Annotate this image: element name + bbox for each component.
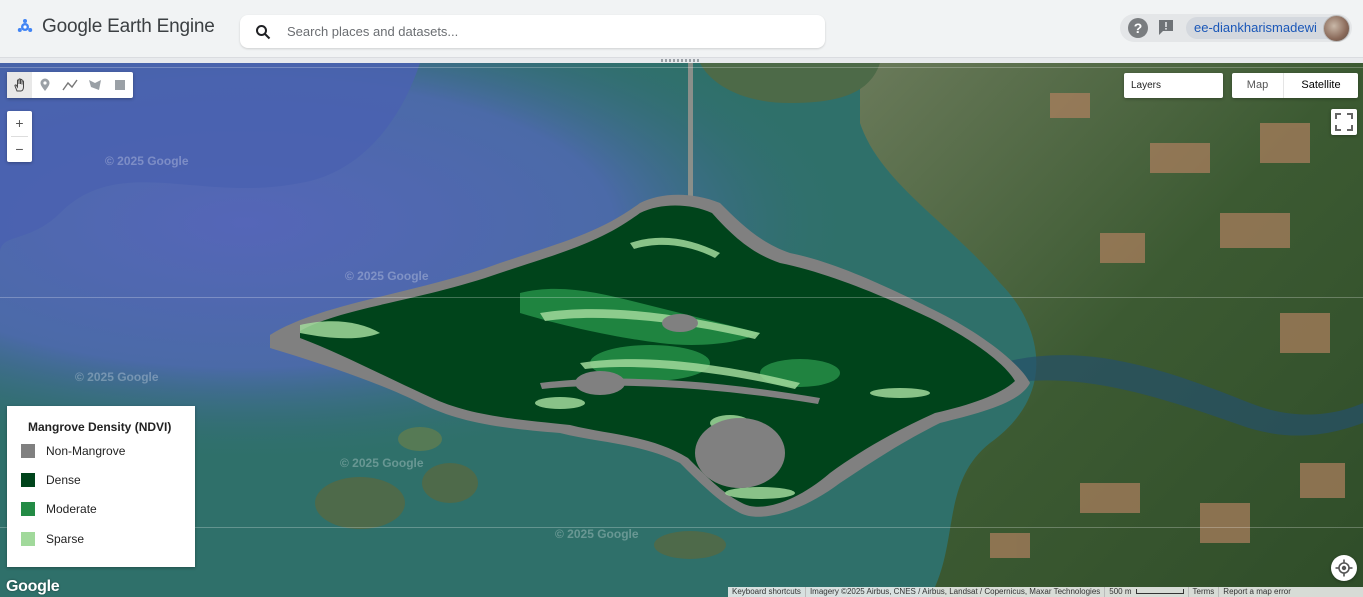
legend-panel: Mangrove Density (NDVI) Non-Mangrove Den… xyxy=(7,406,195,567)
my-location-button[interactable] xyxy=(1331,555,1357,581)
satellite-imagery xyxy=(0,63,1363,597)
scale-indicator[interactable]: 500 m xyxy=(1105,587,1189,597)
map-watermark: © 2025 Google xyxy=(345,269,429,283)
terms-link[interactable]: Terms xyxy=(1189,587,1220,597)
rectangle-icon[interactable] xyxy=(107,72,132,98)
legend-swatch xyxy=(21,502,35,516)
account-bar: ? ee-diankharismadewi xyxy=(1120,14,1352,42)
splitter-grip[interactable] xyxy=(661,59,699,62)
legend-label: Non-Mangrove xyxy=(46,444,126,458)
zoom-out-button[interactable]: − xyxy=(7,137,32,162)
grid-line xyxy=(0,297,1363,298)
hand-icon[interactable] xyxy=(7,72,32,98)
imagery-credit: Imagery ©2025 Airbus, CNES / Airbus, Lan… xyxy=(806,587,1106,597)
map-type-toggle: Map Satellite xyxy=(1232,73,1358,98)
crosshair-icon xyxy=(1335,559,1353,577)
keyboard-shortcuts-link[interactable]: Keyboard shortcuts xyxy=(728,587,806,597)
search-box[interactable] xyxy=(240,15,825,48)
app-title: Google Earth Engine xyxy=(42,16,215,37)
legend-item: Non-Mangrove xyxy=(21,444,125,458)
legend-title: Mangrove Density (NDVI) xyxy=(28,420,172,434)
marker-icon[interactable] xyxy=(32,72,57,98)
map-watermark: © 2025 Google xyxy=(75,370,159,384)
scale-bar xyxy=(1135,589,1184,595)
map-watermark: © 2025 Google xyxy=(340,456,424,470)
legend-label: Dense xyxy=(46,473,81,487)
search-icon xyxy=(256,24,271,39)
legend-swatch xyxy=(21,473,35,487)
map-attribution: Keyboard shortcuts Imagery ©2025 Airbus,… xyxy=(728,587,1363,597)
help-icon[interactable]: ? xyxy=(1128,18,1148,38)
earth-engine-app: Google Earth Engine ? ee-diankharismadew… xyxy=(0,0,1363,597)
grid-line xyxy=(0,527,1363,528)
earth-engine-logo-icon xyxy=(17,19,33,32)
zoom-control: + − xyxy=(7,111,32,162)
map-watermark: © 2025 Google xyxy=(555,527,639,541)
drawing-tools xyxy=(7,72,133,98)
fullscreen-button[interactable] xyxy=(1331,109,1357,135)
report-map-error-link[interactable]: Report a map error xyxy=(1219,587,1295,597)
user-chip[interactable]: ee-diankharismadewi xyxy=(1186,15,1350,42)
map-canvas[interactable]: © 2025 Google © 2025 Google © 2025 Googl… xyxy=(0,63,1363,597)
search-input[interactable] xyxy=(287,24,787,39)
fullscreen-icon xyxy=(1335,113,1353,131)
legend-swatch xyxy=(21,532,35,546)
avatar[interactable] xyxy=(1323,15,1350,42)
header: Google Earth Engine ? ee-diankharismadew… xyxy=(0,0,1363,58)
grid-line xyxy=(0,67,1363,68)
legend-label: Moderate xyxy=(46,502,97,516)
legend-swatch xyxy=(21,444,35,458)
app-logo[interactable]: Google Earth Engine xyxy=(16,16,215,38)
polygon-icon[interactable] xyxy=(82,72,107,98)
legend-label: Sparse xyxy=(46,532,85,546)
username: ee-diankharismadewi xyxy=(1194,20,1317,35)
polyline-icon[interactable] xyxy=(57,72,82,98)
zoom-in-button[interactable]: + xyxy=(7,111,32,136)
maptype-satellite-button[interactable]: Satellite xyxy=(1284,73,1358,98)
google-logo[interactable]: Google xyxy=(6,578,60,596)
scale-label: 500 m xyxy=(1109,587,1132,596)
legend-item: Dense xyxy=(21,473,81,487)
maptype-map-button[interactable]: Map xyxy=(1232,73,1284,98)
layers-button[interactable]: Layers xyxy=(1124,73,1223,98)
map-watermark: © 2025 Google xyxy=(105,154,189,168)
feedback-icon[interactable] xyxy=(1157,19,1175,36)
legend-item: Sparse xyxy=(21,532,84,546)
legend-item: Moderate xyxy=(21,502,97,516)
